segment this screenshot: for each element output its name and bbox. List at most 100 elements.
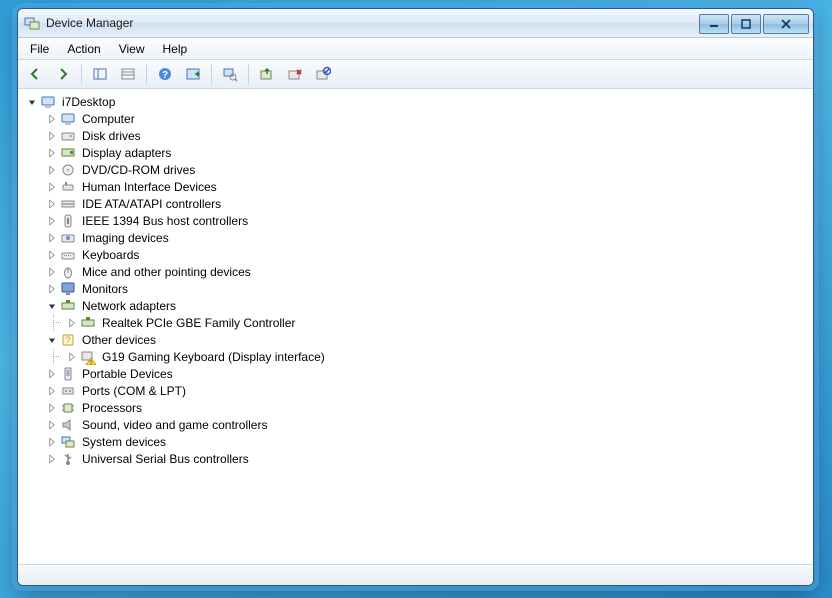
tree-item-label: Human Interface Devices <box>80 180 219 194</box>
tree-indent <box>24 305 44 306</box>
system-icon <box>60 434 76 450</box>
tree-item-label: Monitors <box>80 282 130 296</box>
tree-indent <box>24 390 44 391</box>
menu-file[interactable]: File <box>22 40 57 58</box>
device-manager-window: Device Manager File Action View Help i7D… <box>17 8 814 586</box>
uninstall-button[interactable] <box>282 61 308 87</box>
tree-item[interactable]: System devices <box>24 433 813 450</box>
expand-icon[interactable] <box>44 145 60 161</box>
tree-item-label: IEEE 1394 Bus host controllers <box>80 214 250 228</box>
tree-item-label: Computer <box>80 112 137 126</box>
tree-indent <box>24 424 44 425</box>
menu-help[interactable]: Help <box>155 40 196 58</box>
collapse-icon[interactable] <box>24 94 40 110</box>
minimize-button[interactable] <box>699 14 729 34</box>
display-icon <box>60 145 76 161</box>
toolbar <box>18 60 813 89</box>
1394-icon <box>60 213 76 229</box>
back-button[interactable] <box>22 61 48 87</box>
ports-icon <box>60 383 76 399</box>
tree-item[interactable]: Other devices <box>24 331 813 348</box>
imaging-icon <box>60 230 76 246</box>
disk-icon <box>60 128 76 144</box>
expand-icon[interactable] <box>44 417 60 433</box>
tree-item[interactable]: Network adapters <box>24 297 813 314</box>
tree-item[interactable]: Processors <box>24 399 813 416</box>
sound-icon <box>60 417 76 433</box>
optical-icon <box>60 162 76 178</box>
expand-icon[interactable] <box>44 128 60 144</box>
close-button[interactable] <box>763 14 809 34</box>
tree-item[interactable]: Universal Serial Bus controllers <box>24 450 813 467</box>
expand-icon[interactable] <box>44 111 60 127</box>
tree-item[interactable]: Display adapters <box>24 144 813 161</box>
tree-indent <box>44 348 64 365</box>
expand-icon[interactable] <box>44 366 60 382</box>
tree-indent <box>24 271 44 272</box>
expand-icon[interactable] <box>44 451 60 467</box>
forward-button[interactable] <box>50 61 76 87</box>
hid-icon <box>60 179 76 195</box>
tree-item[interactable]: Keyboards <box>24 246 813 263</box>
tree-item[interactable]: Sound, video and game controllers <box>24 416 813 433</box>
maximize-button[interactable] <box>731 14 761 34</box>
help-button[interactable] <box>152 61 178 87</box>
network-icon <box>80 315 96 331</box>
expand-icon[interactable] <box>44 213 60 229</box>
tree-item-label: Processors <box>80 401 144 415</box>
tree-item[interactable]: Human Interface Devices <box>24 178 813 195</box>
tree-indent <box>24 203 44 204</box>
ide-icon <box>60 196 76 212</box>
expand-icon[interactable] <box>44 400 60 416</box>
collapse-icon[interactable] <box>44 298 60 314</box>
expand-icon[interactable] <box>44 281 60 297</box>
tree-item[interactable]: Disk drives <box>24 127 813 144</box>
tree-indent <box>24 458 44 459</box>
tree-item[interactable]: DVD/CD-ROM drives <box>24 161 813 178</box>
tree-indent <box>24 339 44 340</box>
update-driver-button[interactable] <box>254 61 280 87</box>
expand-icon[interactable] <box>64 315 80 331</box>
window-buttons <box>699 12 811 34</box>
disable-button[interactable] <box>310 61 336 87</box>
scan-hardware-button[interactable] <box>217 61 243 87</box>
tree-item[interactable]: IDE ATA/ATAPI controllers <box>24 195 813 212</box>
properties-pane-button[interactable] <box>115 61 141 87</box>
expand-icon[interactable] <box>44 264 60 280</box>
expand-icon[interactable] <box>44 196 60 212</box>
tree-item[interactable]: Imaging devices <box>24 229 813 246</box>
expand-icon[interactable] <box>44 383 60 399</box>
tree-item[interactable]: Computer <box>24 110 813 127</box>
tree-item[interactable]: IEEE 1394 Bus host controllers <box>24 212 813 229</box>
tree-item-label: Portable Devices <box>80 367 175 381</box>
tree-item[interactable]: Realtek PCIe GBE Family Controller <box>24 314 813 331</box>
keyboard-icon <box>60 247 76 263</box>
collapse-icon[interactable] <box>44 332 60 348</box>
tree-indent <box>24 407 44 408</box>
show-hide-console-tree-button[interactable] <box>87 61 113 87</box>
expand-icon[interactable] <box>44 162 60 178</box>
tree-indent <box>24 441 44 442</box>
expand-icon[interactable] <box>44 434 60 450</box>
tree-item-label: Keyboards <box>80 248 141 262</box>
tree-item[interactable]: G19 Gaming Keyboard (Display interface) <box>24 348 813 365</box>
action-button[interactable] <box>180 61 206 87</box>
tree-item[interactable]: Monitors <box>24 280 813 297</box>
device-tree[interactable]: i7Desktop ComputerDisk drives Display adap… <box>18 89 813 565</box>
menu-action[interactable]: Action <box>59 40 108 58</box>
titlebar[interactable]: Device Manager <box>18 9 813 38</box>
tree-item[interactable]: i7Desktop <box>24 93 813 110</box>
expand-icon[interactable] <box>64 349 80 365</box>
expand-icon[interactable] <box>44 179 60 195</box>
expand-icon[interactable] <box>44 230 60 246</box>
warning-icon <box>80 349 96 365</box>
tree-indent <box>24 237 44 238</box>
tree-item-label: Display adapters <box>80 146 173 160</box>
tree-item[interactable]: Portable Devices <box>24 365 813 382</box>
tree-indent <box>24 373 44 374</box>
expand-icon[interactable] <box>44 247 60 263</box>
tree-item[interactable]: Ports (COM & LPT) <box>24 382 813 399</box>
toolbar-separator <box>146 64 147 84</box>
menu-view[interactable]: View <box>111 40 153 58</box>
tree-item[interactable]: Mice and other pointing devices <box>24 263 813 280</box>
